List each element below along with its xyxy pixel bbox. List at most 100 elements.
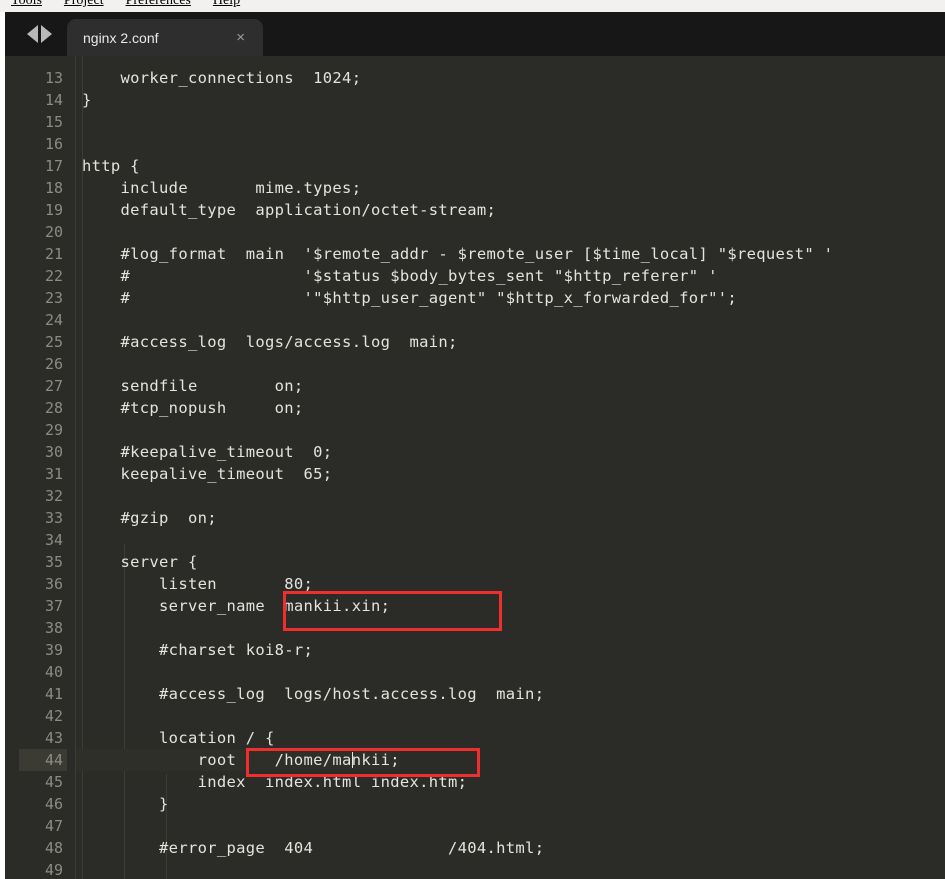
line-number: 33 — [44, 509, 63, 527]
code-line[interactable]: 29 — [5, 419, 945, 441]
code-line[interactable]: 35 server { — [5, 551, 945, 573]
line-number: 36 — [44, 575, 63, 593]
code-line[interactable]: 44 root /home/mankii; — [5, 749, 945, 771]
line-text — [76, 705, 82, 727]
line-text: include mime.types; — [82, 179, 362, 197]
code-line[interactable]: 38 — [5, 617, 945, 639]
line-number: 18 — [44, 179, 63, 197]
triangle-left-icon[interactable] — [26, 25, 38, 43]
line-text: # '$status $body_bytes_sent "$http_refer… — [82, 267, 718, 285]
code-line[interactable]: 49 — [5, 859, 945, 879]
code-line[interactable]: 16 — [5, 133, 945, 155]
line-text: listen 80; — [82, 575, 314, 593]
line-text: } — [82, 795, 169, 813]
code-line[interactable]: 32 — [5, 485, 945, 507]
menu-item-preferences[interactable]: Preferences — [115, 0, 202, 11]
code-line[interactable]: 45 index index.html index.htm; — [5, 771, 945, 793]
line-text — [76, 309, 82, 331]
line-text: #keepalive_timeout 0; — [82, 443, 333, 461]
line-number: 43 — [44, 729, 63, 747]
code-line[interactable]: 31 keepalive_timeout 65; — [5, 463, 945, 485]
line-text: server { — [82, 553, 198, 571]
code-line[interactable]: 26 — [5, 353, 945, 375]
line-number: 20 — [44, 223, 63, 241]
triangle-right-icon[interactable] — [40, 25, 52, 43]
code-line[interactable]: 47 — [5, 815, 945, 837]
code-line[interactable]: 37 server_name mankii.xin; — [5, 595, 945, 617]
code-line[interactable]: 41 #access_log logs/host.access.log main… — [5, 683, 945, 705]
code-line[interactable]: 19 default_type application/octet-stream… — [5, 199, 945, 221]
tab-nginx-2-conf[interactable]: nginx 2.conf × — [67, 19, 263, 56]
line-text: http { — [82, 157, 140, 175]
tab-strip: nginx 2.conf × — [67, 19, 263, 56]
line-text: # '"$http_user_agent" "$http_x_forwarded… — [82, 289, 737, 307]
line-text — [76, 353, 82, 375]
line-text: #tcp_nopush on; — [82, 399, 304, 417]
code-line[interactable]: 46 } — [5, 793, 945, 815]
code-line[interactable]: 17 http { — [5, 155, 945, 177]
line-text: keepalive_timeout 65; — [82, 465, 333, 483]
code-line[interactable]: 20 — [5, 221, 945, 243]
code-line[interactable]: 28 #tcp_nopush on; — [5, 397, 945, 419]
line-text: #log_format main '$remote_addr - $remote… — [82, 245, 834, 263]
line-text — [76, 485, 82, 507]
line-text: sendfile on; — [82, 377, 304, 395]
line-number: 26 — [44, 355, 63, 373]
line-text — [76, 133, 82, 155]
code-editor[interactable]: 13 worker_connections 1024; 14} 15 16 17 http… — [5, 56, 945, 879]
code-lines[interactable]: 13 worker_connections 1024; 14} 15 16 17 http… — [5, 56, 945, 879]
line-number: 15 — [44, 113, 63, 131]
line-number: 35 — [44, 553, 63, 571]
line-number: 16 — [44, 135, 63, 153]
code-line[interactable]: 30 #keepalive_timeout 0; — [5, 441, 945, 463]
line-text: location / { — [82, 729, 275, 747]
line-text — [76, 859, 82, 879]
menu-item-help-label: Help — [212, 0, 241, 8]
line-number: 29 — [44, 421, 63, 439]
code-line[interactable]: 14} — [5, 89, 945, 111]
line-number: 13 — [44, 69, 63, 87]
line-number: 49 — [44, 861, 63, 879]
line-number: 40 — [44, 663, 63, 681]
code-line[interactable]: 25 #access_log logs/access.log main; — [5, 331, 945, 353]
menu-item-tools[interactable]: Tools — [0, 0, 53, 11]
code-line[interactable]: 23 # '"$http_user_agent" "$http_x_forwar… — [5, 287, 945, 309]
menu-item-project-label: Project — [63, 0, 104, 8]
line-number: 37 — [44, 597, 63, 615]
code-line[interactable]: 40 — [5, 661, 945, 683]
code-line[interactable]: 48 #error_page 404 /404.html; — [5, 837, 945, 859]
line-number: 24 — [44, 311, 63, 329]
line-text: #access_log logs/host.access.log main; — [82, 685, 545, 703]
line-number: 31 — [44, 465, 63, 483]
tab-bar: nginx 2.conf × — [5, 12, 945, 56]
code-line[interactable]: 33 #gzip on; — [5, 507, 945, 529]
line-number: 23 — [44, 289, 63, 307]
code-line[interactable]: 15 — [5, 111, 945, 133]
code-line[interactable]: 42 — [5, 705, 945, 727]
code-line[interactable]: 34 — [5, 529, 945, 551]
code-line[interactable]: 27 sendfile on; — [5, 375, 945, 397]
menu-strip: Tools Project Preferences Help — [0, 0, 251, 11]
code-line[interactable]: 36 listen 80; — [5, 573, 945, 595]
line-text — [76, 529, 82, 551]
menu-item-preferences-label: Preferences — [125, 0, 191, 8]
line-number: 22 — [44, 267, 63, 285]
code-line[interactable]: 24 — [5, 309, 945, 331]
code-line[interactable]: 43 location / { — [5, 727, 945, 749]
line-number: 25 — [44, 333, 63, 351]
code-line[interactable]: 18 include mime.types; — [5, 177, 945, 199]
line-number: 14 — [44, 91, 63, 109]
line-number: 32 — [44, 487, 63, 505]
close-icon[interactable]: × — [210, 29, 253, 46]
line-text — [76, 661, 82, 683]
line-number: 34 — [44, 531, 63, 549]
code-line[interactable]: 21 #log_format main '$remote_addr - $rem… — [5, 243, 945, 265]
line-number: 19 — [44, 201, 63, 219]
menu-item-help[interactable]: Help — [202, 0, 251, 11]
line-number: 41 — [44, 685, 63, 703]
line-text: #access_log logs/access.log main; — [82, 333, 458, 351]
code-line[interactable]: 22 # '$status $body_bytes_sent "$http_re… — [5, 265, 945, 287]
code-line[interactable]: 13 worker_connections 1024; — [5, 67, 945, 89]
code-line[interactable]: 39 #charset koi8-r; — [5, 639, 945, 661]
menu-item-project[interactable]: Project — [53, 0, 115, 11]
